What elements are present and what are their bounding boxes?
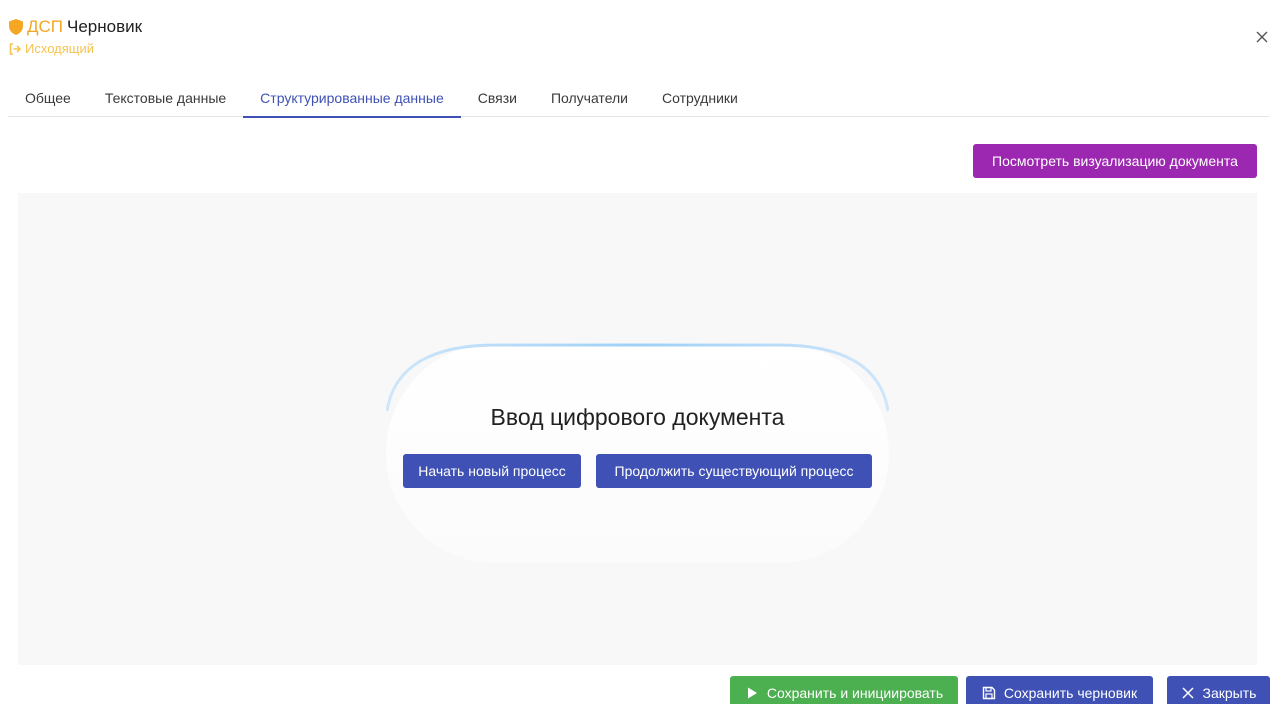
structured-data-panel: Ввод цифрового документа Начать новый пр… — [18, 193, 1257, 665]
card-arc-decoration — [386, 343, 889, 412]
view-visualization-button[interactable]: Посмотреть визуализацию документа — [973, 144, 1257, 178]
tab-bar: Общее Текстовые данные Структурированные… — [8, 80, 1269, 118]
digital-input-title: Ввод цифрового документа — [490, 404, 785, 430]
digital-input-card: Ввод цифрового документа Начать новый пр… — [386, 343, 889, 563]
security-badge: ДСП — [27, 17, 64, 36]
play-icon — [745, 686, 759, 700]
save-and-initiate-button[interactable]: Сохранить и инициировать — [730, 676, 958, 704]
tab-recipients[interactable]: Получатели — [534, 80, 645, 117]
tab-general[interactable]: Общее — [8, 80, 88, 117]
save-draft-button[interactable]: Сохранить черновик — [966, 676, 1153, 704]
shield-icon — [9, 19, 23, 35]
direction-row: Исходящий — [9, 41, 142, 56]
tab-links[interactable]: Связи — [461, 80, 534, 117]
tab-structured-data[interactable]: Структурированные данные — [243, 80, 461, 118]
floppy-disk-icon — [982, 686, 996, 700]
tab-employees[interactable]: Сотрудники — [645, 80, 755, 117]
close-label: Закрыть — [1202, 685, 1257, 701]
close-icon[interactable] — [1254, 29, 1270, 45]
close-button[interactable]: Закрыть — [1167, 676, 1270, 704]
title-row: ДСП Черновик — [9, 17, 142, 37]
document-header: ДСП Черновик Исходящий — [9, 17, 142, 56]
save-draft-label: Сохранить черновик — [1003, 685, 1138, 701]
direction-label: Исходящий — [25, 41, 94, 56]
save-and-initiate-label: Сохранить и инициировать — [766, 685, 944, 701]
document-status-title: Черновик — [67, 17, 143, 36]
continue-process-button[interactable]: Продолжить существующий процесс — [596, 454, 872, 488]
start-new-process-button[interactable]: Начать новый процесс — [403, 454, 581, 488]
outgoing-arrow-icon — [9, 42, 22, 55]
close-icon — [1181, 686, 1195, 700]
tab-text-data[interactable]: Текстовые данные — [88, 80, 243, 117]
